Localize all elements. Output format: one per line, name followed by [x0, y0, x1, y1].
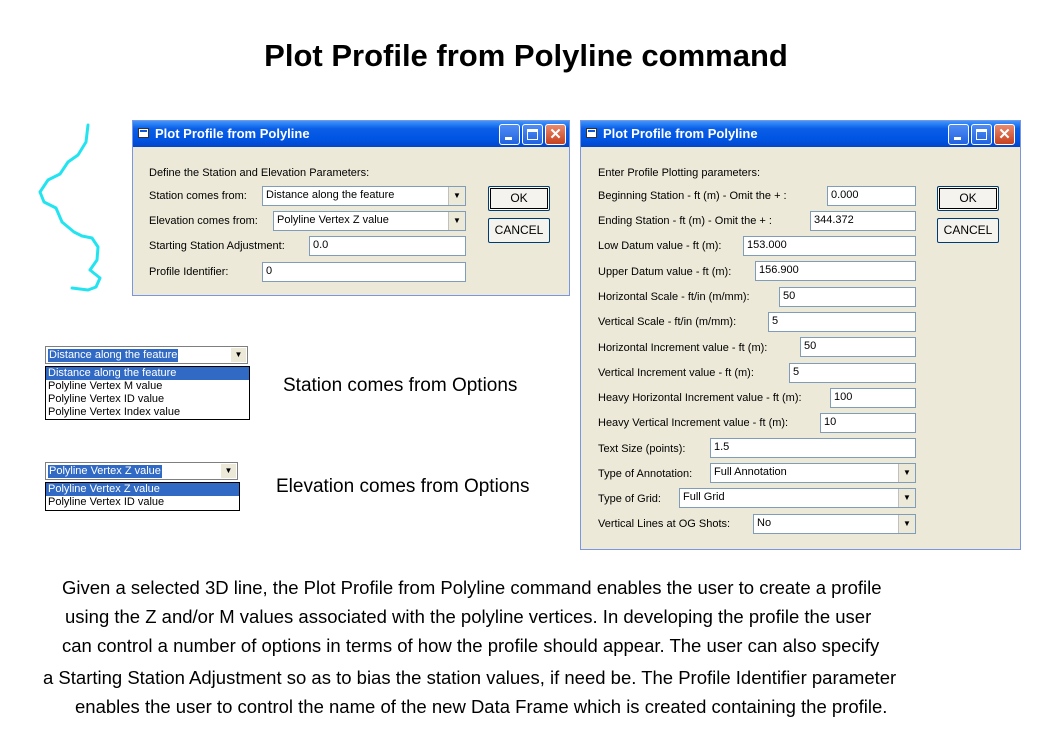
minimize-button[interactable] — [948, 124, 969, 145]
list-item[interactable]: Polyline Vertex Index value — [46, 406, 249, 419]
param-label: Low Datum value - ft (m): — [598, 240, 722, 252]
polyline-sketch — [38, 123, 102, 292]
ok-button[interactable]: OK — [937, 186, 999, 211]
param-label: Heavy Vertical Increment value - ft (m): — [598, 417, 789, 429]
plotting-parameters-dialog: Plot Profile from Polyline ✕ Enter Profi… — [580, 120, 1021, 550]
minimize-button[interactable] — [499, 124, 520, 145]
maximize-icon — [976, 129, 987, 140]
cancel-button[interactable]: CANCEL — [937, 218, 999, 243]
adjust-label: Starting Station Adjustment: — [149, 240, 285, 252]
station-adjust-field[interactable]: 0.0 — [309, 236, 466, 256]
close-icon: ✕ — [998, 126, 1011, 143]
identifier-label: Profile Identifier: — [149, 266, 229, 278]
elevation-combo-value: Polyline Vertex Z value — [277, 214, 389, 226]
heavy-vertical-field[interactable]: 10 — [820, 413, 916, 433]
param-label: Ending Station - ft (m) - Omit the + : — [598, 215, 772, 227]
dialog2-title: Plot Profile from Polyline — [603, 126, 758, 141]
station-label: Station comes from: — [149, 190, 247, 202]
chevron-down-icon[interactable]: ▼ — [448, 212, 465, 230]
dialog1-titlebar[interactable]: Plot Profile from Polyline ✕ — [133, 121, 569, 147]
station-combo[interactable]: Distance along the feature ▼ — [262, 186, 466, 206]
heavy-horizontal-field[interactable]: 100 — [830, 388, 916, 408]
elevation-options-combo[interactable]: Polyline Vertex Z value ▼ — [45, 462, 238, 480]
vertical-increment-field[interactable]: 5 — [789, 363, 916, 383]
chevron-down-icon[interactable]: ▼ — [221, 464, 236, 478]
station-options-selected: Distance along the feature — [48, 349, 179, 362]
station-options-combo[interactable]: Distance along the feature ▼ — [45, 346, 248, 364]
param-label: Text Size (points): — [598, 443, 686, 455]
chevron-down-icon[interactable]: ▼ — [898, 515, 915, 533]
upper-datum-field[interactable]: 156.900 — [755, 261, 916, 281]
chevron-down-icon[interactable]: ▼ — [898, 489, 915, 507]
horizontal-scale-field[interactable]: 50 — [779, 287, 916, 307]
grid-type-value: Full Grid — [683, 491, 725, 503]
elevation-options-list: Polyline Vertex Z value Polyline Vertex … — [45, 482, 240, 511]
app-icon — [586, 128, 597, 138]
list-item[interactable]: Polyline Vertex ID value — [46, 393, 249, 406]
page-title: Plot Profile from Polyline command — [264, 38, 788, 73]
param-label: Heavy Horizontal Increment value - ft (m… — [598, 392, 802, 404]
maximize-button[interactable] — [522, 124, 543, 145]
description-line: can control a number of options in terms… — [62, 635, 880, 656]
minimize-icon — [505, 137, 512, 140]
param-label: Type of Annotation: — [598, 468, 693, 480]
dialog2-heading: Enter Profile Plotting parameters: — [598, 167, 761, 179]
description-line: enables the user to control the name of … — [75, 696, 888, 717]
low-datum-field[interactable]: 153.000 — [743, 236, 916, 256]
param-label: Upper Datum value - ft (m): — [598, 266, 732, 278]
chevron-down-icon[interactable]: ▼ — [898, 464, 915, 482]
vertical-scale-field[interactable]: 5 — [768, 312, 916, 332]
ending-station-field[interactable]: 344.372 — [810, 211, 916, 231]
elevation-combo[interactable]: Polyline Vertex Z value ▼ — [273, 211, 466, 231]
description-line: a Starting Station Adjustment so as to b… — [43, 667, 897, 688]
annotation-type-combo[interactable]: Full Annotation ▼ — [710, 463, 916, 483]
station-options-caption: Station comes from Options — [283, 375, 518, 396]
list-item[interactable]: Polyline Vertex M value — [46, 380, 249, 393]
elevation-options-caption: Elevation comes from Options — [276, 476, 530, 497]
ok-button[interactable]: OK — [488, 186, 550, 211]
dialog2-titlebar[interactable]: Plot Profile from Polyline ✕ — [581, 121, 1020, 147]
list-item[interactable]: Polyline Vertex Z value — [46, 483, 239, 496]
beginning-station-field[interactable]: 0.000 — [827, 186, 916, 206]
param-label: Beginning Station - ft (m) - Omit the + … — [598, 190, 787, 202]
chevron-down-icon[interactable]: ▼ — [448, 187, 465, 205]
og-shots-combo[interactable]: No ▼ — [753, 514, 916, 534]
cancel-button[interactable]: CANCEL — [488, 218, 550, 243]
station-elevation-dialog: Plot Profile from Polyline ✕ Define the … — [132, 120, 570, 296]
param-label: Vertical Increment value - ft (m): — [598, 367, 754, 379]
list-item[interactable]: Distance along the feature — [46, 367, 249, 380]
maximize-icon — [527, 129, 538, 140]
close-icon: ✕ — [549, 126, 562, 143]
close-button[interactable]: ✕ — [994, 124, 1015, 145]
station-options-list: Distance along the feature Polyline Vert… — [45, 366, 250, 420]
profile-identifier-field[interactable]: 0 — [262, 262, 466, 282]
app-icon — [138, 128, 149, 138]
elevation-options-selected: Polyline Vertex Z value — [48, 465, 162, 478]
elevation-label: Elevation comes from: — [149, 215, 258, 227]
param-label: Vertical Lines at OG Shots: — [598, 518, 731, 530]
param-label: Horizontal Increment value - ft (m): — [598, 342, 768, 354]
minimize-icon — [954, 137, 961, 140]
close-button[interactable]: ✕ — [545, 124, 566, 145]
horizontal-increment-field[interactable]: 50 — [800, 337, 916, 357]
grid-type-combo[interactable]: Full Grid ▼ — [679, 488, 916, 508]
annotation-type-value: Full Annotation — [714, 466, 787, 478]
param-label: Type of Grid: — [598, 493, 661, 505]
description-line: using the Z and/or M values associated w… — [65, 606, 872, 627]
maximize-button[interactable] — [971, 124, 992, 145]
text-size-field[interactable]: 1.5 — [710, 438, 916, 458]
dialog1-heading: Define the Station and Elevation Paramet… — [149, 167, 370, 179]
list-item[interactable]: Polyline Vertex ID value — [46, 496, 239, 509]
dialog1-title: Plot Profile from Polyline — [155, 126, 310, 141]
station-combo-value: Distance along the feature — [266, 189, 395, 201]
chevron-down-icon[interactable]: ▼ — [231, 348, 246, 362]
description-line: Given a selected 3D line, the Plot Profi… — [62, 577, 882, 598]
param-label: Vertical Scale - ft/in (m/mm): — [598, 316, 737, 328]
og-shots-value: No — [757, 517, 772, 529]
param-label: Horizontal Scale - ft/in (m/mm): — [598, 291, 750, 303]
